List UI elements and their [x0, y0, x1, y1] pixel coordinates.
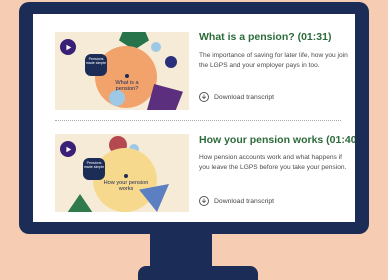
green-shape	[65, 194, 95, 212]
screen: Pensions made simple What is a pension? …	[33, 14, 355, 222]
video-thumbnail-how-your-pension-works[interactable]: Pensions made simple How your pension wo…	[55, 134, 189, 212]
download-icon	[199, 92, 209, 102]
monitor-stand-neck	[150, 234, 212, 270]
download-transcript-link[interactable]: Download transcript	[199, 196, 274, 206]
video-title[interactable]: How your pension works (01:40)	[199, 134, 355, 146]
download-transcript-link[interactable]: Download transcript	[199, 92, 274, 102]
download-label: Download transcript	[214, 93, 275, 101]
blue-dot	[151, 42, 161, 52]
thumbnail-caption: How your pension works	[103, 180, 149, 193]
play-icon	[65, 146, 71, 152]
navy-dot	[165, 56, 177, 68]
series-tag: Pensions made simple	[85, 54, 107, 76]
thumbnail-caption: What is a pension?	[115, 80, 139, 93]
download-icon	[199, 196, 209, 206]
video-description: How pension accounts work and what happe…	[199, 154, 347, 171]
video-thumbnail-what-is-a-pension[interactable]: Pensions made simple What is a pension?	[55, 32, 189, 110]
video-title[interactable]: What is a pension? (01:31)	[199, 31, 331, 43]
play-button[interactable]	[60, 39, 76, 55]
dot	[124, 174, 128, 178]
dot	[125, 74, 129, 78]
download-label: Download transcript	[214, 197, 275, 205]
play-icon	[65, 44, 71, 50]
series-tag: Pensions made simple	[83, 158, 105, 180]
video-description: The importance of saving for later life,…	[199, 52, 348, 69]
play-button[interactable]	[60, 141, 76, 157]
divider	[55, 120, 341, 121]
monitor-stand-base	[138, 266, 258, 280]
